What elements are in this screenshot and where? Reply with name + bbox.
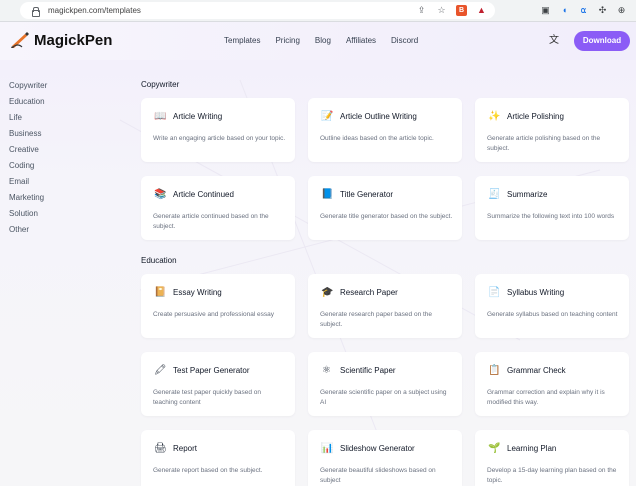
- document-icon: 📘: [321, 189, 334, 200]
- card-title: Article Polishing: [507, 112, 564, 121]
- books-icon: 📚: [154, 189, 167, 200]
- puzzle-icon[interactable]: ✣: [597, 5, 608, 16]
- nav-templates[interactable]: Templates: [224, 36, 260, 45]
- lock-icon: [30, 6, 40, 17]
- card-description: Create persuasive and professional essay: [153, 311, 275, 318]
- address-bar[interactable]: magickpen.com/templates ⇪ ☆ B ▲: [20, 2, 495, 19]
- card-description: Write an engaging article based on your …: [153, 135, 286, 142]
- notebook-icon: 📔: [154, 287, 167, 298]
- template-card-essay-writing[interactable]: 📔 Essay Writing Create persuasive and pro…: [141, 274, 295, 338]
- nav-blog[interactable]: Blog: [315, 36, 331, 45]
- card-description: Generate test paper quickly based on tea…: [153, 389, 262, 406]
- card-title: Slideshow Generator: [340, 444, 415, 453]
- card-title: Report: [173, 444, 198, 453]
- card-title: Research Paper: [340, 288, 398, 297]
- template-card-grammar-check[interactable]: 📋 Grammar Check Grammar correction and ex…: [475, 352, 629, 416]
- printer-icon: 🖨: [154, 443, 167, 454]
- page-icon: 📄: [488, 287, 501, 298]
- template-card-syllabus-writing[interactable]: 📄 Syllabus Writing Generate syllabus base…: [475, 274, 629, 338]
- sidebar-item-life[interactable]: Life: [9, 114, 47, 130]
- card-title: Syllabus Writing: [507, 288, 565, 297]
- sidebar-item-solution[interactable]: Solution: [9, 210, 47, 226]
- url-text[interactable]: magickpen.com/templates: [48, 6, 141, 15]
- card-title: Article Outline Writing: [340, 112, 417, 121]
- card-title: Article Writing: [173, 112, 223, 121]
- memo-icon: 📝: [321, 111, 334, 122]
- sidebar-item-creative[interactable]: Creative: [9, 146, 47, 162]
- template-card-test-paper-generator[interactable]: 🖍 Test Paper Generator Generate test pape…: [141, 352, 295, 416]
- main-nav: Templates Pricing Blog Affiliates Discor…: [224, 36, 433, 45]
- template-card-article-polishing[interactable]: ✨ Article Polishing Generate article poli…: [475, 98, 629, 162]
- globe-icon[interactable]: ⊕: [616, 5, 627, 16]
- template-card-article-continued[interactable]: 📚 Article Continued Generate article cont…: [141, 176, 295, 240]
- slideshow-icon: 📊: [321, 443, 334, 454]
- sidebar-item-copywriter[interactable]: Copywriter: [9, 82, 47, 98]
- card-description: Outline ideas based on the article topic…: [320, 135, 434, 142]
- card-description: Summarize the following text into 100 wo…: [487, 213, 615, 220]
- brave-rewards-icon[interactable]: ▲: [476, 5, 487, 16]
- template-card-summarize[interactable]: 🧾 Summarize Summarize the following text …: [475, 176, 629, 240]
- brand-name: MagickPen: [34, 31, 113, 49]
- card-description: Generate syllabus based on teaching cont…: [487, 311, 618, 318]
- nav-discord[interactable]: Discord: [391, 36, 418, 45]
- language-icon[interactable]: 文: [549, 35, 561, 47]
- card-description: Generate beautiful slideshows based on s…: [320, 467, 436, 484]
- template-card-title-generator[interactable]: 📘 Title Generator Generate title generato…: [308, 176, 462, 240]
- card-description: Generate article polishing based on the …: [487, 135, 601, 152]
- template-card-report[interactable]: 🖨 Report Generate report based on the sub…: [141, 430, 295, 486]
- crayon-icon: 🖍: [154, 365, 167, 376]
- card-description: Generate article continued based on the …: [153, 213, 269, 230]
- card-title: Scientific Paper: [340, 366, 396, 375]
- card-description: Generate report based on the subject.: [153, 467, 263, 474]
- template-card-learning-plan[interactable]: 🌱 Learning Plan Develop a 15-day learning…: [475, 430, 629, 486]
- atom-icon: ⚛: [322, 365, 331, 376]
- card-title: Article Continued: [173, 190, 234, 199]
- card-description: Generate title generator based on the su…: [320, 213, 453, 220]
- sidebar-item-other[interactable]: Other: [9, 226, 47, 242]
- card-title: Essay Writing: [173, 288, 222, 297]
- section-title-education: Education: [141, 256, 177, 265]
- download-button[interactable]: Download: [574, 31, 630, 51]
- section-title-copywriter: Copywriter: [141, 80, 180, 89]
- extension-icon[interactable]: ▣: [540, 5, 551, 16]
- site-header: MagickPen Templates Pricing Blog Affilia…: [0, 22, 636, 60]
- sparkles-icon: ✨: [488, 111, 501, 122]
- pen-logo-icon: [10, 31, 30, 49]
- card-description: Generate research paper based on the sub…: [320, 311, 433, 328]
- card-title: Learning Plan: [507, 444, 557, 453]
- sidebar-item-marketing[interactable]: Marketing: [9, 194, 47, 210]
- card-description: Grammar correction and explain why it is…: [487, 389, 605, 406]
- template-card-article-writing[interactable]: 📖 Article Writing Write an engaging artic…: [141, 98, 295, 162]
- brave-shield-icon[interactable]: B: [456, 5, 467, 16]
- nav-pricing[interactable]: Pricing: [275, 36, 299, 45]
- card-title: Test Paper Generator: [173, 366, 250, 375]
- clipboard-icon: 📋: [488, 365, 501, 376]
- template-card-article-outline-writing[interactable]: 📝 Article Outline Writing Outline ideas b…: [308, 98, 462, 162]
- template-card-research-paper[interactable]: 🎓 Research Paper Generate research paper …: [308, 274, 462, 338]
- category-sidebar: Copywriter Education Life Business Creat…: [9, 82, 47, 242]
- card-description: Generate scientific paper on a subject u…: [320, 389, 447, 406]
- sidebar-item-business[interactable]: Business: [9, 130, 47, 146]
- screen-reader-icon[interactable]: ◖: [559, 5, 570, 16]
- book-icon: 📖: [154, 111, 167, 122]
- template-card-scientific-paper[interactable]: ⚛ Scientific Paper Generate scientific pa…: [308, 352, 462, 416]
- template-card-slideshow-generator[interactable]: 📊 Slideshow Generator Generate beautiful …: [308, 430, 462, 486]
- card-title: Title Generator: [340, 190, 394, 199]
- brand-logo[interactable]: MagickPen: [10, 31, 112, 49]
- sidebar-item-email[interactable]: Email: [9, 178, 47, 194]
- card-title: Grammar Check: [507, 366, 566, 375]
- graduation-cap-icon: 🎓: [321, 287, 334, 298]
- bookmark-star-icon[interactable]: ☆: [436, 5, 447, 16]
- card-title: Summarize: [507, 190, 548, 199]
- share-icon[interactable]: ⇪: [416, 5, 427, 16]
- layers-icon: 🧾: [488, 189, 501, 200]
- nav-affiliates[interactable]: Affiliates: [346, 36, 376, 45]
- plant-icon: 🌱: [488, 443, 501, 454]
- card-description: Develop a 15-day learning plan based on …: [487, 467, 617, 484]
- sidebar-item-education[interactable]: Education: [9, 98, 47, 114]
- translate-extension-icon[interactable]: ⍺: [578, 5, 589, 16]
- browser-toolbar: magickpen.com/templates ⇪ ☆ B ▲ ▣ ◖ ⍺ ✣ …: [0, 0, 636, 22]
- sidebar-item-coding[interactable]: Coding: [9, 162, 47, 178]
